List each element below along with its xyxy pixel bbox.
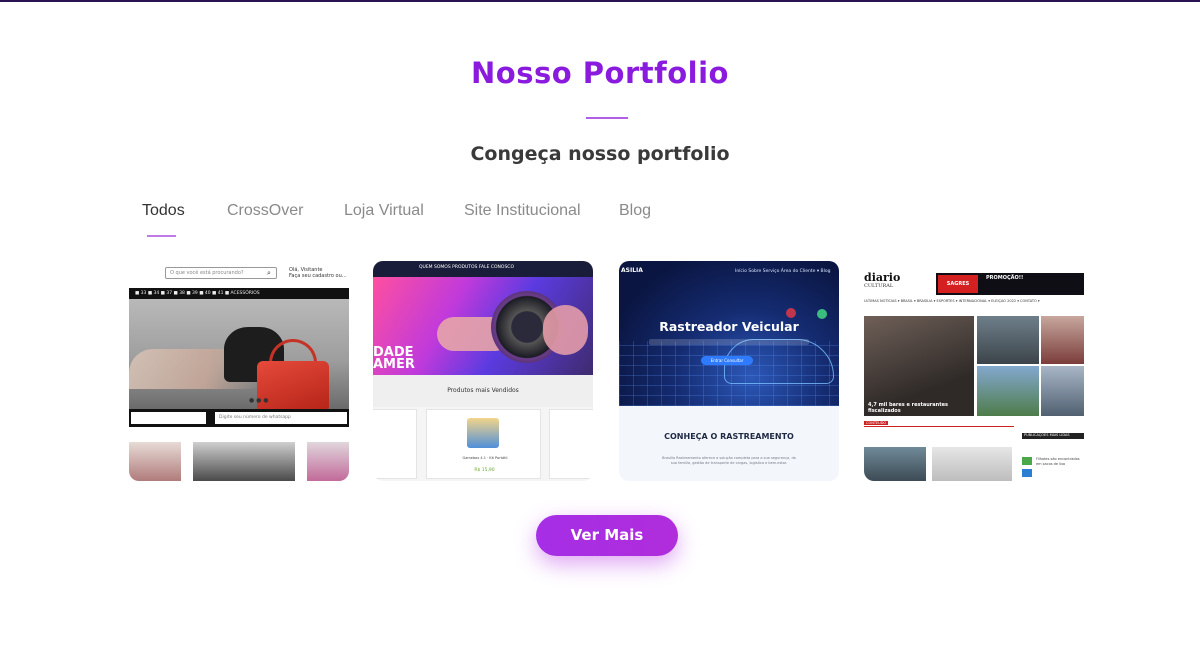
info-title: CONHEÇA O RASTREAMENTO xyxy=(664,432,794,441)
portfolio-card-news-site[interactable]: diario CULTURAL SAGRES PROMOÇÃO!! ÚLTIMA… xyxy=(864,261,1084,481)
section-title: Nosso Portfolio xyxy=(471,56,729,90)
marker-icon xyxy=(817,309,827,319)
product-image xyxy=(467,418,499,448)
user-sub: Faça seu cadastro ou... xyxy=(289,273,347,279)
tab-crossover[interactable]: CrossOver xyxy=(227,202,303,220)
hero-image: DADE AMER xyxy=(373,277,593,375)
story-thumb xyxy=(1041,316,1084,364)
tab-blog[interactable]: Blog xyxy=(619,202,651,220)
story-thumb xyxy=(1041,366,1084,416)
hero-title: Rastreador Veicular xyxy=(659,319,799,334)
tab-loja-virtual[interactable]: Loja Virtual xyxy=(344,202,424,220)
main-story-caption: 4,7 mil bares e restaurantes fiscalizado… xyxy=(868,402,948,414)
portfolio-card-fashion-store[interactable]: O que você está procurando? ⌕ Olá, Visit… xyxy=(129,261,349,481)
product-row: Gamebox 4.1 · Kit Portátil R$ 15,90 xyxy=(373,407,593,481)
form-field-whatsapp: Digite seu número de whatsapp xyxy=(215,412,347,424)
section-label: CONTEÚDO xyxy=(864,421,889,425)
ad-banner: SAGRES PROMOÇÃO!! xyxy=(936,273,1084,295)
site-logo: ASILIA xyxy=(621,267,643,274)
product-card: Gamebox 4.1 · Kit Portátil R$ 15,90 xyxy=(426,409,541,479)
ad-label: SAGRES xyxy=(938,275,978,293)
section-subtitle: Congeça nosso portfolio xyxy=(470,143,730,165)
info-section: CONHEÇA O RASTREAMENTO Brasília Rastream… xyxy=(619,406,839,481)
hero-subtitle xyxy=(649,339,809,345)
ver-mais-button[interactable]: Ver Mais xyxy=(536,515,678,556)
site-nav: ÚLTIMAS NOTÍCIAS ▾ BRASIL ▾ BRASÍLIA ▾ E… xyxy=(864,299,1040,303)
story-thumb xyxy=(932,447,1012,481)
sidebar-thumb xyxy=(1022,469,1032,477)
section-title: Produtos mais Vendidos xyxy=(373,375,593,407)
hero-image: ● ● ● xyxy=(129,299,349,411)
section-header: CONTEÚDO xyxy=(864,421,1014,427)
tab-site-institucional[interactable]: Site Institucional xyxy=(464,202,581,220)
product-thumb xyxy=(307,442,349,481)
slider-dots: ● ● ● xyxy=(249,397,269,404)
title-divider xyxy=(586,117,628,119)
top-border xyxy=(0,0,1200,2)
ad-promo: PROMOÇÃO!! xyxy=(986,275,1024,281)
sidebar-header: PUBLICAÇÕES MAIS LIDAS xyxy=(1022,433,1084,439)
tab-todos[interactable]: Todos xyxy=(142,202,185,220)
product-price: R$ 15,90 xyxy=(474,468,495,473)
product-name: Gamebox 4.1 · Kit Portátil xyxy=(462,456,508,460)
site-nav: Início Sobre Serviço Área do Cliente ▾ B… xyxy=(735,269,831,274)
portfolio-card-games-store[interactable]: QUEM SOMOS PRODUTOS FALE CONOSCO DADE AM… xyxy=(373,261,593,481)
form-bar: Digite seu número de whatsapp xyxy=(129,409,349,427)
site-header: QUEM SOMOS PRODUTOS FALE CONOSCO xyxy=(373,261,593,277)
product-thumb xyxy=(129,442,181,481)
active-tab-underline xyxy=(147,235,176,237)
hero-image: ASILIA Início Sobre Serviço Área do Clie… xyxy=(619,261,839,406)
info-text: Brasília Rastreamento oferece a solução … xyxy=(662,456,796,465)
portfolio-card-vehicle-tracker[interactable]: ASILIA Início Sobre Serviço Área do Clie… xyxy=(619,261,839,481)
product-card xyxy=(373,409,417,479)
product-card xyxy=(549,409,593,479)
hero-button: Entrar Consultar xyxy=(701,356,753,365)
site-logo: diario CULTURAL xyxy=(864,272,900,291)
site-header: O que você está procurando? ⌕ Olá, Visit… xyxy=(129,261,349,286)
story-thumb xyxy=(977,366,1039,416)
main-story-image: 4,7 mil bares e restaurantes fiscalizado… xyxy=(864,316,974,416)
hero-hand xyxy=(543,305,588,355)
site-menu: QUEM SOMOS PRODUTOS FALE CONOSCO xyxy=(419,265,514,270)
marker-icon xyxy=(786,308,796,318)
product-thumb xyxy=(193,442,295,481)
form-field-name xyxy=(131,412,206,424)
site-search-input: O que você está procurando? xyxy=(165,267,277,279)
hero-text: DADE AMER xyxy=(373,345,415,372)
story-thumb xyxy=(977,316,1039,364)
user-info: Olá, Visitante Faça seu cadastro ou... xyxy=(289,267,349,279)
sidebar-text: Filhotes são encontrados em sacos de lix… xyxy=(1036,457,1080,466)
search-icon: ⌕ xyxy=(267,269,271,277)
story-thumb xyxy=(864,447,926,481)
sidebar-thumb xyxy=(1022,457,1032,465)
site-nav: ■ 33 ■ 34 ■ 37 ■ 38 ■ 39 ■ 40 ■ 41 ■ ACE… xyxy=(129,288,349,299)
